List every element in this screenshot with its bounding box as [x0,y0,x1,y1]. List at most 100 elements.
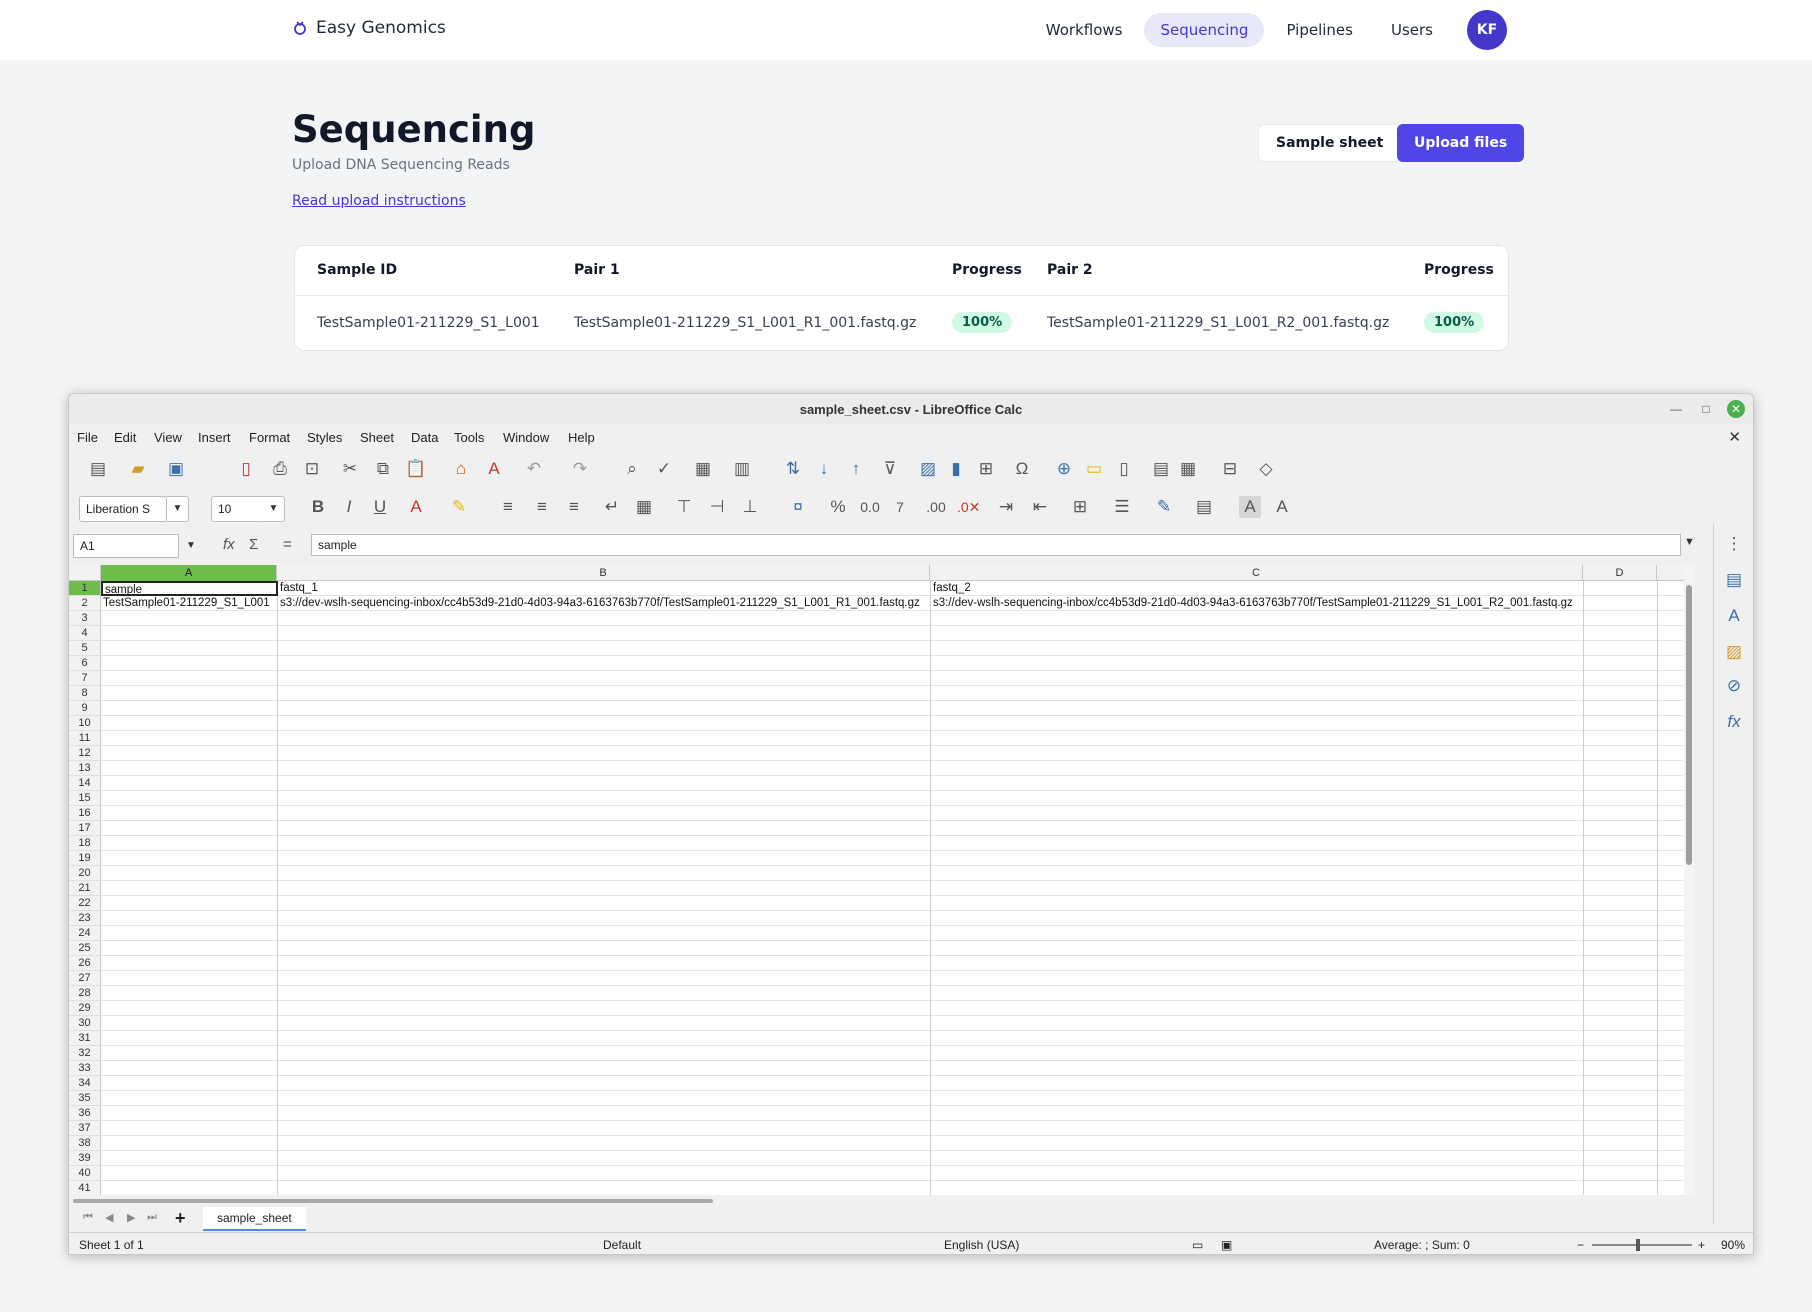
font-size-box[interactable]: 10 [211,496,265,522]
sum-icon[interactable]: Σ [249,536,258,553]
export-pdf-icon[interactable]: ▯ [235,458,257,480]
function-wizard-icon[interactable]: fx [223,536,235,553]
sort-ascending-icon[interactable]: ↓ [813,458,835,480]
close-window-icon[interactable]: ✕ [1727,400,1745,418]
first-sheet-icon[interactable]: ⏮ [83,1211,93,1224]
selection-mode-icon[interactable]: ▭ [1192,1238,1203,1252]
number-format-icon[interactable]: 0.0 [859,496,881,518]
row-header[interactable]: 8 [69,686,101,701]
sort-descending-icon[interactable]: ↑ [845,458,867,480]
gallery-icon[interactable]: ▨ [1722,640,1746,664]
user-avatar[interactable]: KF [1467,10,1507,50]
horizontal-scrollbar[interactable] [69,1195,1694,1207]
menu-tools[interactable]: Tools [454,430,484,445]
styles-icon[interactable]: A [1722,604,1746,628]
sample-sheet-button[interactable]: Sample sheet [1258,124,1402,162]
row-header[interactable]: 2 [69,596,101,611]
add-sheet-icon[interactable]: + [175,1208,186,1229]
define-print-area-icon[interactable]: ▤ [1150,458,1172,480]
zoom-slider[interactable] [1592,1244,1692,1246]
row-header[interactable]: 4 [69,626,101,641]
sidebar-menu-icon[interactable]: ⋮ [1722,532,1746,556]
zoom-level[interactable]: 90% [1721,1238,1745,1252]
brand[interactable]: Easy Genomics [292,18,446,38]
show-draw-functions-icon[interactable]: ◇ [1255,458,1277,480]
row-header[interactable]: 14 [69,776,101,791]
column-header-c[interactable]: C [930,565,1583,581]
status-page-style[interactable]: Default [603,1238,641,1252]
zoom-slider-knob[interactable] [1636,1239,1640,1251]
freeze-rows-icon[interactable]: ▦ [1177,458,1199,480]
navigator-icon[interactable]: ⊘ [1722,674,1746,698]
align-right-icon[interactable]: ≡ [563,496,585,518]
horizontal-scroll-thumb[interactable] [73,1199,713,1203]
menu-format[interactable]: Format [249,430,290,445]
zoom-out-icon[interactable]: − [1577,1238,1584,1252]
row-header[interactable]: 36 [69,1106,101,1121]
row-header[interactable]: 34 [69,1076,101,1091]
insert-image-icon[interactable]: ▨ [917,458,939,480]
conditional-format-icon[interactable]: ▤ [1193,496,1215,518]
expand-formula-bar-icon[interactable]: ▼ [1684,536,1695,548]
wrap-text-icon[interactable]: ↵ [601,496,623,518]
row-header[interactable]: 37 [69,1121,101,1136]
date-format-icon[interactable]: 7 [889,496,911,518]
name-box-dropdown-icon[interactable]: ▼ [179,534,203,558]
clone-formatting-icon[interactable]: ⌂ [450,458,472,480]
decrease-indent-icon[interactable]: ⇤ [1029,496,1051,518]
align-center-icon[interactable]: ≡ [531,496,553,518]
row-header[interactable]: 10 [69,716,101,731]
row-header[interactable]: 29 [69,1001,101,1016]
row-header[interactable]: 9 [69,701,101,716]
new-icon[interactable]: ▤ [87,458,109,480]
row-header[interactable]: 7 [69,671,101,686]
autofilter-icon[interactable]: ⊽ [879,458,901,480]
menu-styles[interactable]: Styles [307,430,342,445]
spelling-icon[interactable]: ✓ [653,458,675,480]
center-vertically-icon[interactable]: ⊣ [706,496,728,518]
row-header[interactable]: 22 [69,896,101,911]
row-header[interactable]: 26 [69,956,101,971]
row-header[interactable]: 23 [69,911,101,926]
column-header-b[interactable]: B [277,565,930,581]
window-titlebar[interactable]: sample_sheet.csv - LibreOffice Calc — □ … [69,394,1753,424]
font-name-box[interactable]: Liberation S [79,496,167,522]
border-style-icon[interactable]: ☰ [1111,496,1133,518]
cell-a1[interactable]: sample [101,581,278,596]
minimize-icon[interactable]: — [1667,400,1685,418]
column-header-d[interactable]: D [1583,565,1657,581]
split-window-icon[interactable]: ⊟ [1219,458,1241,480]
next-sheet-icon[interactable]: ▶ [127,1211,135,1224]
menu-sheet[interactable]: Sheet [360,430,394,445]
spreadsheet-grid[interactable]: A B C D 1 2 3 4 5 6 7 8 9 10 11 12 13 14 15 16 17 18 19 20 2… [69,565,1694,1195]
sheet-tab[interactable]: sample_sheet [203,1207,306,1231]
row-header[interactable]: 12 [69,746,101,761]
row-header[interactable]: 27 [69,971,101,986]
print-preview-icon[interactable]: ⊡ [301,458,323,480]
formula-input[interactable]: sample [311,534,1681,556]
row-header[interactable]: 28 [69,986,101,1001]
open-icon[interactable]: ▰ [127,458,149,480]
italic-icon[interactable]: I [338,496,360,518]
sort-icon[interactable]: ⇅ [782,458,804,480]
vertical-scrollbar[interactable] [1684,565,1694,1195]
borders-icon[interactable]: ⊞ [1069,496,1091,518]
name-box[interactable]: A1 [73,534,179,558]
bold-icon[interactable]: B [307,496,329,518]
align-left-icon[interactable]: ≡ [497,496,519,518]
font-name-dropdown-icon[interactable]: ▼ [167,496,189,522]
functions-icon[interactable]: fx [1722,710,1746,734]
upload-files-button[interactable]: Upload files [1397,124,1525,162]
menu-view[interactable]: View [154,430,182,445]
special-character-icon[interactable]: Ω [1011,458,1033,480]
increase-indent-icon[interactable]: ⇥ [995,496,1017,518]
font-size-dropdown-icon[interactable]: ▼ [263,496,285,522]
row-header[interactable]: 32 [69,1046,101,1061]
close-document-icon[interactable]: ✕ [1728,428,1741,446]
insert-chart-icon[interactable]: ▮ [945,458,967,480]
row-header[interactable]: 21 [69,881,101,896]
row-header[interactable]: 24 [69,926,101,941]
cell-c1[interactable]: fastq_2 [931,581,1583,596]
redo-icon[interactable]: ↷ [569,458,591,480]
row-header[interactable]: 17 [69,821,101,836]
